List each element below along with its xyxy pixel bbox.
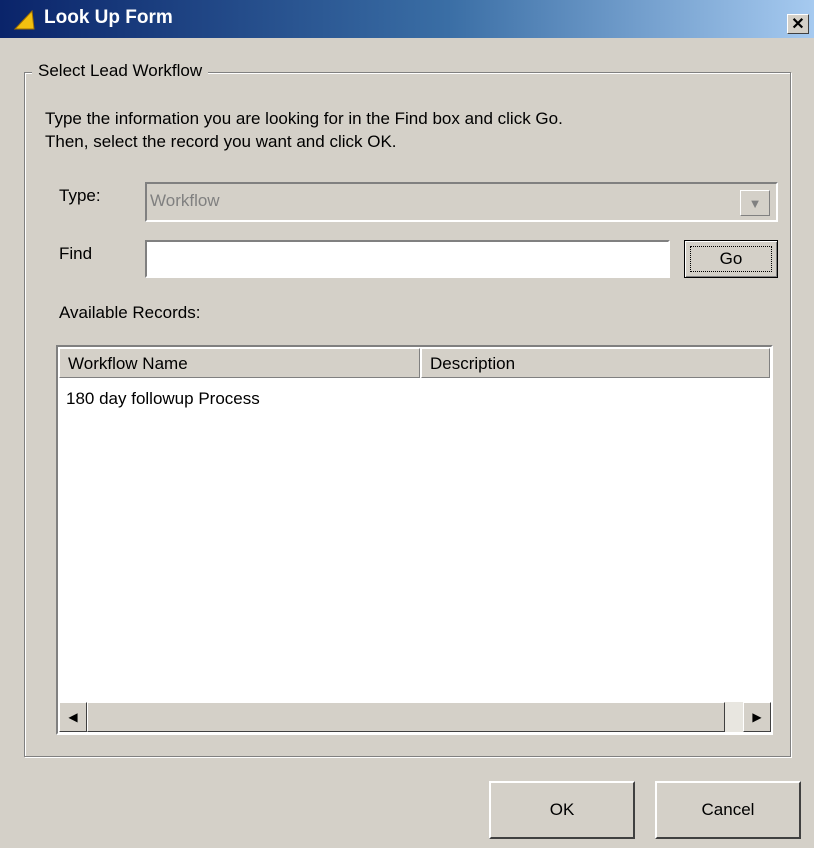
available-records-label: Available Records: — [59, 303, 201, 322]
close-icon: ✕ — [791, 16, 805, 33]
type-label: Type: — [59, 186, 101, 205]
instruction-line-1: Type the information you are looking for… — [45, 109, 563, 128]
list-item[interactable]: 180 day followup Process — [66, 389, 260, 409]
ok-button[interactable]: OK — [489, 781, 635, 839]
type-value: Workflow — [150, 191, 220, 210]
column-header-workflow-name[interactable]: Workflow Name — [59, 348, 420, 378]
find-input[interactable] — [145, 240, 670, 278]
arrow-left-icon: ◀ — [68, 710, 78, 724]
group-label: Select Lead Workflow — [32, 61, 209, 81]
type-dropdown[interactable] — [145, 182, 778, 222]
close-button[interactable]: ✕ — [787, 14, 809, 34]
go-focus-rect — [690, 246, 772, 272]
window-title: Look Up Form — [44, 7, 173, 28]
arrow-right-icon: ▶ — [752, 710, 762, 724]
cancel-button[interactable]: Cancel — [655, 781, 801, 839]
ok-button-label: OK — [549, 800, 575, 819]
scroll-right-button[interactable]: ▶ — [743, 702, 771, 732]
scroll-left-button[interactable]: ◀ — [59, 702, 87, 732]
app-icon — [13, 9, 35, 30]
scrollbar-thumb[interactable] — [87, 702, 725, 732]
chevron-down-icon: ▼ — [748, 195, 762, 211]
find-label: Find — [59, 244, 93, 263]
instruction-line-2: Then, select the record you want and cli… — [45, 132, 397, 151]
column-header-description[interactable]: Description — [421, 348, 770, 378]
dropdown-arrow-button[interactable]: ▼ — [740, 190, 770, 216]
cancel-button-label: Cancel — [701, 800, 755, 819]
